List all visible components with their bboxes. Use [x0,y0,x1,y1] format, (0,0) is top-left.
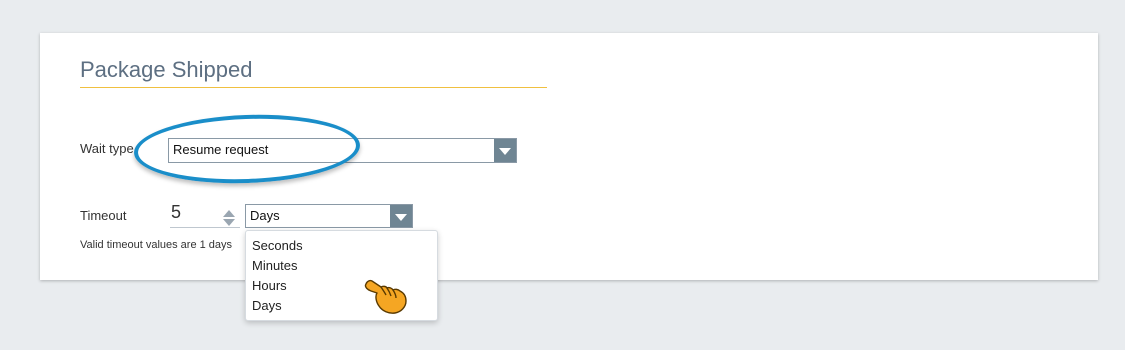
timeout-value: 5 [171,202,182,222]
dropdown-option-seconds[interactable]: Seconds [246,236,437,256]
chevron-down-icon[interactable] [390,205,412,227]
wait-type-label: Wait type [80,141,134,156]
pointing-hand-cursor-icon [364,279,407,314]
timeout-label: Timeout [80,208,127,223]
timeout-unit-select[interactable]: Days [245,204,413,228]
title-divider [80,87,547,88]
chevron-down-icon[interactable] [494,139,516,162]
page-title: Package Shipped [80,57,253,82]
dropdown-option-minutes[interactable]: Minutes [246,256,437,276]
spinner-down-icon[interactable] [223,219,235,226]
spinner-up-icon[interactable] [223,210,235,217]
timeout-unit-selected-value: Days [250,208,280,223]
timeout-number-input[interactable]: 5 [170,201,240,228]
timeout-helper-text: Valid timeout values are 1 days [80,239,233,251]
